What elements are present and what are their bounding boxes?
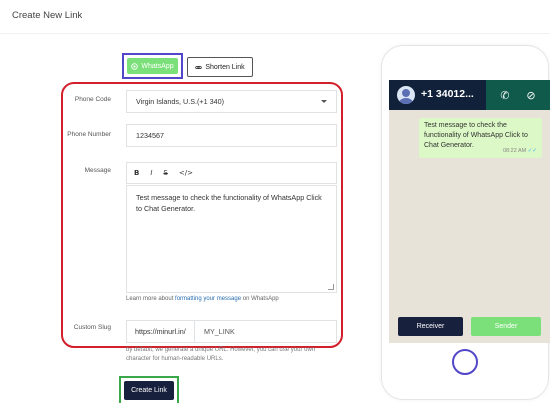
message-text: Test message to check the functionality … (136, 193, 322, 213)
time-text: 08:22 AM (503, 148, 527, 154)
slug-help-text: by default, we generate a unique URL. Ho… (126, 347, 316, 362)
phone-home-button (452, 349, 478, 375)
phone-number-input[interactable]: 1234567 (126, 124, 337, 147)
link-icon (195, 65, 203, 69)
phone-number-label: Phone Number (67, 131, 111, 138)
chat-header-actions: ✆ ⊘ (486, 80, 550, 110)
page-title: Create New Link (12, 10, 83, 21)
create-highlight: Create Link (119, 376, 179, 403)
shorten-link-label: Shorten Link (205, 63, 245, 71)
whatsapp-icon (131, 62, 139, 70)
message-textarea[interactable]: Test message to check the functionality … (126, 185, 337, 293)
double-check-icon: ✓✓ (527, 148, 537, 154)
shorten-link-button[interactable]: Shorten Link (187, 57, 253, 77)
create-link-button[interactable]: Create Link (124, 381, 174, 400)
message-time: 08:22 AM ✓✓ (503, 146, 537, 156)
bold-button[interactable]: B (134, 169, 139, 177)
header-divider (0, 33, 550, 34)
resize-handle[interactable] (328, 284, 334, 290)
phone-number-value: 1234567 (136, 131, 164, 140)
message-label: Message (84, 167, 111, 174)
help-suffix: on WhatsApp (241, 296, 279, 302)
phone-code-label: Phone Code (74, 96, 111, 103)
whatsapp-mode-button[interactable]: WhatsApp (127, 58, 178, 74)
receiver-button[interactable]: Receiver (398, 317, 463, 336)
strikethrough-button[interactable]: S (163, 169, 167, 177)
chat-header: +1 34012... ✆ ⊘ (389, 80, 550, 110)
formatting-help-link[interactable]: formatting your message (175, 296, 241, 302)
message-help-text: Learn more about formatting your message… (126, 296, 279, 302)
mode-switch: WhatsApp Shorten Link (122, 53, 253, 79)
whatsapp-mode-label: WhatsApp (141, 62, 174, 70)
custom-slug-label: Custom Slug (73, 324, 111, 331)
slug-prefix: https://minurl.in/ (126, 320, 195, 343)
phone-screen: +1 34012... ✆ ⊘ Test message to check th… (389, 80, 550, 343)
help-prefix: Learn more about (126, 296, 176, 302)
phone-code-select[interactable]: Virgin Islands, U.S.(+1 340) (126, 90, 337, 113)
avatar (397, 86, 415, 104)
italic-button[interactable]: I (150, 169, 152, 177)
message-toolbar: B I S </> (126, 162, 337, 184)
whatsapp-highlight: WhatsApp (122, 53, 183, 79)
sender-button[interactable]: Sender (471, 317, 541, 336)
phone-icon: ✆ (500, 88, 510, 102)
code-button[interactable]: </> (179, 169, 193, 177)
custom-slug-input[interactable]: MY_LINK (195, 320, 337, 343)
chevron-down-icon (321, 100, 327, 103)
phone-code-value: Virgin Islands, U.S.(+1 340) (136, 97, 224, 106)
bubble-text: Test message to check the functionality … (424, 122, 528, 149)
paperclip-icon: ⊘ (526, 88, 536, 102)
message-bubble: Test message to check the functionality … (419, 118, 542, 158)
chat-number: +1 34012... (421, 88, 474, 100)
